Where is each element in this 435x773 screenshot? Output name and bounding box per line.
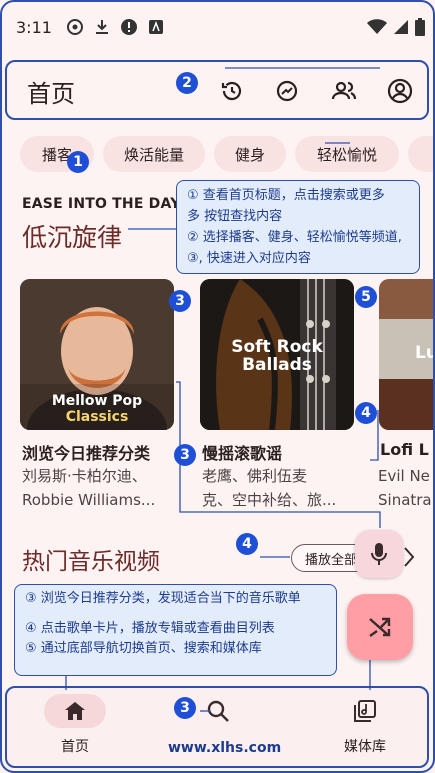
alert-icon [120,18,138,36]
account-icon[interactable] [385,76,415,106]
chevron-right-icon[interactable] [402,546,416,568]
page-title: 首页 [27,80,75,108]
card-title-2[interactable]: 慢摇滚歌谣 [202,440,282,464]
cover-line1: Mellow Pop [51,393,143,409]
playlist-cover-lofi[interactable]: Lu [379,279,435,430]
watermark-url: www.xlhs.com [168,740,282,756]
videos-title: 热门音乐视频 [22,549,160,575]
callout-bottom-line2: ④ 点击歌单卡片，播放专辑或查看曲目列表 [25,621,275,636]
library-icon [354,700,376,722]
mic-button[interactable] [355,530,403,578]
badge-5: 5 [355,286,377,308]
shuffle-button[interactable] [347,594,413,660]
callout-bottom-line3: ⑤ 通过底部导航切换首页、搜索和媒体库 [25,641,262,656]
card-title-1[interactable]: 浏览今日推荐分类 [22,440,150,464]
download-icon [94,18,110,36]
callout-top-line4: ③, 快速进入对应内容 [187,251,311,266]
cover-line1: Lu [415,343,435,363]
sync-icon [66,18,84,36]
callout-top-line3: ② 选择播客、健身、轻松愉悦等频道, [187,230,402,245]
status-time: 3:11 [16,17,52,37]
badge-4-card: 4 [355,402,377,424]
card-sub1-1: 刘易斯·卡柏尔迪、 [22,467,147,485]
badge-4-play: 4 [236,533,258,555]
section-kicker: EASE INTO THE DAY [22,196,181,212]
card-sub2-1: Robbie Williams... [22,491,156,509]
badge-3-nav: 3 [174,697,196,719]
callout-top: ① 查看首页标题，点击搜索或更多 多 按钮查找内容 ② 选择播客、健身、轻松愉悦… [176,180,420,274]
chip-energize[interactable]: 焕活能量 [103,136,205,172]
card-sub2-3: Sinatra [378,491,432,509]
people-icon[interactable] [329,76,359,106]
battery-icon [415,18,425,36]
status-bar: 3:11 [0,0,435,54]
wifi-icon [367,19,387,35]
callout-bottom-line1: ③ 浏览今日推荐分类，发现适合当下的音乐歌单 [25,591,301,606]
badge-3-cards: 3 [169,290,191,312]
cover-line2: Ballads [242,355,312,375]
search-icon [207,700,229,722]
nav-library[interactable]: 媒体库 [320,694,410,756]
callout-bottom: ③ 浏览今日推荐分类，发现适合当下的音乐歌单 ④ 点击歌单卡片，播放专辑或查看曲… [14,584,337,676]
chip-more[interactable] [408,136,435,172]
trending-icon[interactable] [272,76,302,106]
callout-top-line1: ① 查看首页标题，点击搜索或更多 [187,188,385,203]
chip-relax[interactable]: 轻松愉悦 [295,136,399,172]
top-app-bar: 首页 [5,60,429,120]
home-icon [64,701,86,721]
badge-3-title: 3 [174,444,196,466]
nav-library-label: 媒体库 [344,739,386,755]
badge-1: 1 [67,151,89,173]
section-title: 低沉旋律 [22,223,123,252]
chip-workout[interactable]: 健身 [214,136,286,172]
playlist-cover-soft-rock[interactable]: Soft Rock Ballads [200,279,354,430]
card-sub1-3: Evil Ne [378,467,430,485]
card-title-3[interactable]: Lofi L [380,440,429,459]
mic-icon [370,542,388,566]
cover-line1: Soft Rock [231,337,323,357]
card-sub2-2: 克、空中补给、旅... [202,491,337,509]
nav-home-label: 首页 [61,739,89,755]
callout-top-line2: 多 按钮查找内容 [187,209,283,224]
home-pill [44,694,106,728]
search-pill [187,694,249,728]
shuffle-icon [367,614,393,640]
card-sub1-2: 老鹰、佛利伍麦 [202,467,308,485]
playlist-cover-mellow-pop[interactable]: Mellow Pop Classics [20,279,174,430]
signal-icon [393,19,409,35]
history-icon[interactable] [217,76,247,106]
library-pill [334,694,396,728]
app-icon [148,19,164,35]
cover-line2: Classics [65,409,129,425]
badge-2: 2 [176,72,198,94]
nav-home[interactable]: 首页 [30,694,120,756]
